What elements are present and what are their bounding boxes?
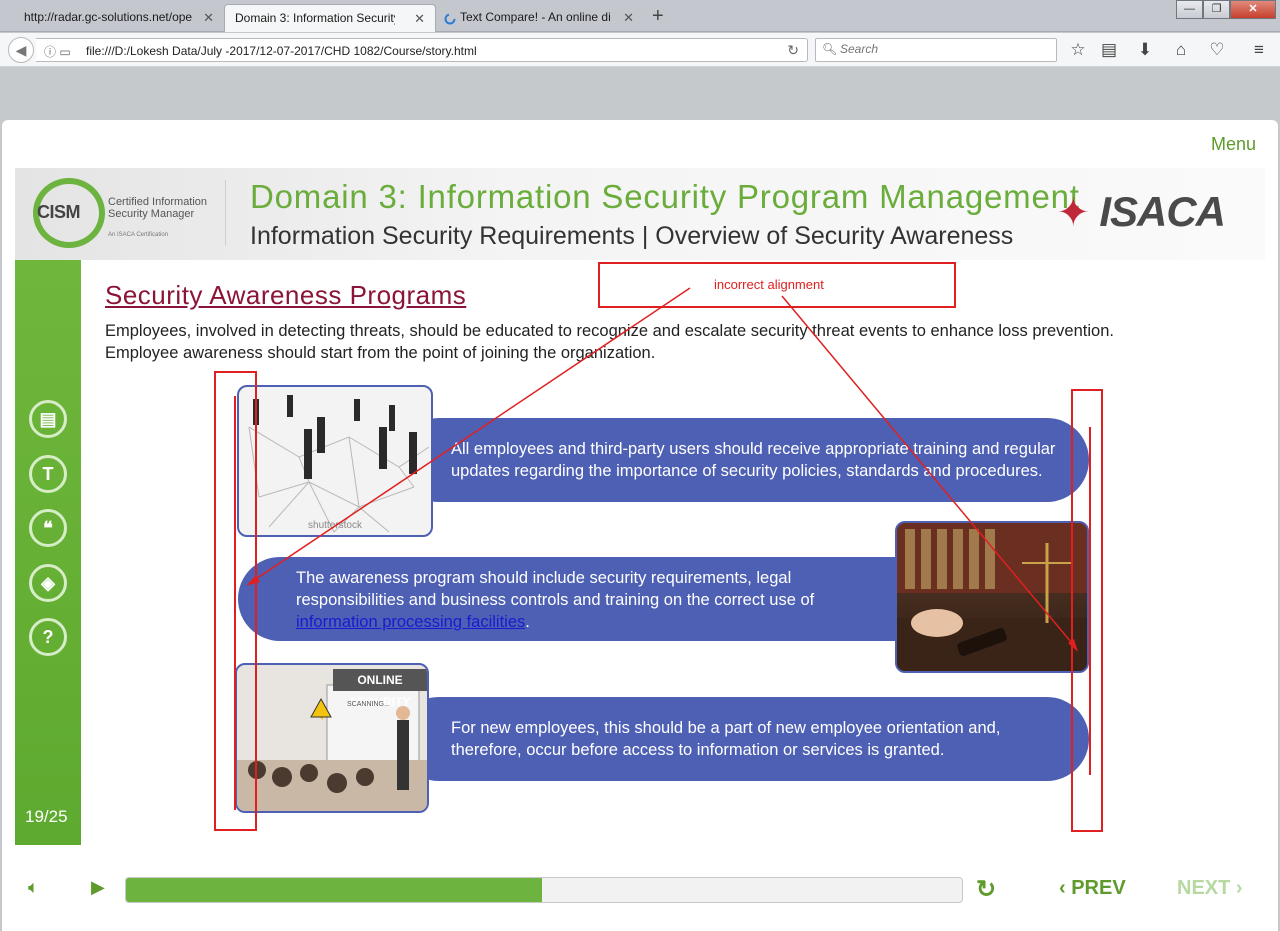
close-tab-icon[interactable]: ✕	[414, 11, 425, 27]
restore-button[interactable]: ❐	[1203, 0, 1230, 19]
bookmark-star-icon[interactable]: ☆	[1068, 40, 1088, 60]
browser-tab-domain3[interactable]: Domain 3: Information Security P ✕	[224, 4, 436, 32]
annotation-arrows	[234, 287, 1091, 810]
course-player: Menu CISM Certified Information Security…	[2, 120, 1278, 931]
prev-button[interactable]: ‹ PREV	[1059, 877, 1126, 900]
loading-spinner-icon	[444, 13, 456, 25]
minimize-button[interactable]: —	[1176, 0, 1203, 19]
progress-bar[interactable]	[125, 877, 963, 903]
search-icon: 🔍︎	[822, 42, 838, 56]
volume-icon[interactable]: 🔈︎	[28, 877, 39, 898]
replay-icon[interactable]: ↻	[976, 875, 996, 904]
url-bar[interactable]: ⓘ ▭ file:///D:/Lokesh Data/July -2017/12…	[36, 38, 808, 62]
play-icon[interactable]: ▶	[91, 877, 105, 898]
search-bar[interactable]: 🔍︎	[815, 38, 1057, 62]
player-controls: 🔈︎ ▶ ↻ ‹ PREV NEXT ›	[2, 855, 1278, 931]
browser-tab-textcompare[interactable]: Text Compare! - An online di ✕	[436, 4, 644, 32]
site-info-icon[interactable]: ⓘ ▭	[44, 43, 71, 60]
new-tab-button[interactable]: +	[652, 5, 664, 28]
close-tab-icon[interactable]: ✕	[623, 10, 634, 26]
browser-navbar: ◀ ⓘ ▭ file:///D:/Lokesh Data/July -2017/…	[0, 33, 1280, 67]
reading-list-icon[interactable]: ▤	[1099, 40, 1119, 60]
url-text: file:///D:/Lokesh Data/July -2017/12-07-…	[86, 44, 477, 58]
browser-tab-radar[interactable]: http://radar.gc-solutions.net/ope ✕	[0, 4, 224, 32]
back-button[interactable]: ◀	[8, 37, 34, 63]
close-tab-icon[interactable]: ✕	[203, 10, 214, 26]
back-arrow-icon: ◀	[15, 42, 27, 58]
close-window-button[interactable]: ✕	[1230, 0, 1276, 19]
home-icon[interactable]: ⌂	[1171, 40, 1191, 60]
hamburger-menu-icon[interactable]: ≡	[1249, 40, 1269, 60]
next-button[interactable]: NEXT ›	[1177, 877, 1243, 900]
browser-tabbar: http://radar.gc-solutions.net/ope ✕ Doma…	[0, 0, 1280, 32]
search-input[interactable]	[840, 42, 1040, 56]
progress-fill	[126, 878, 543, 902]
downloads-icon[interactable]: ⬇	[1135, 40, 1155, 60]
reload-icon[interactable]: ↻	[787, 42, 799, 59]
window-controls: — ❐ ✕	[1176, 0, 1276, 20]
pocket-icon[interactable]: ♡	[1207, 40, 1227, 60]
